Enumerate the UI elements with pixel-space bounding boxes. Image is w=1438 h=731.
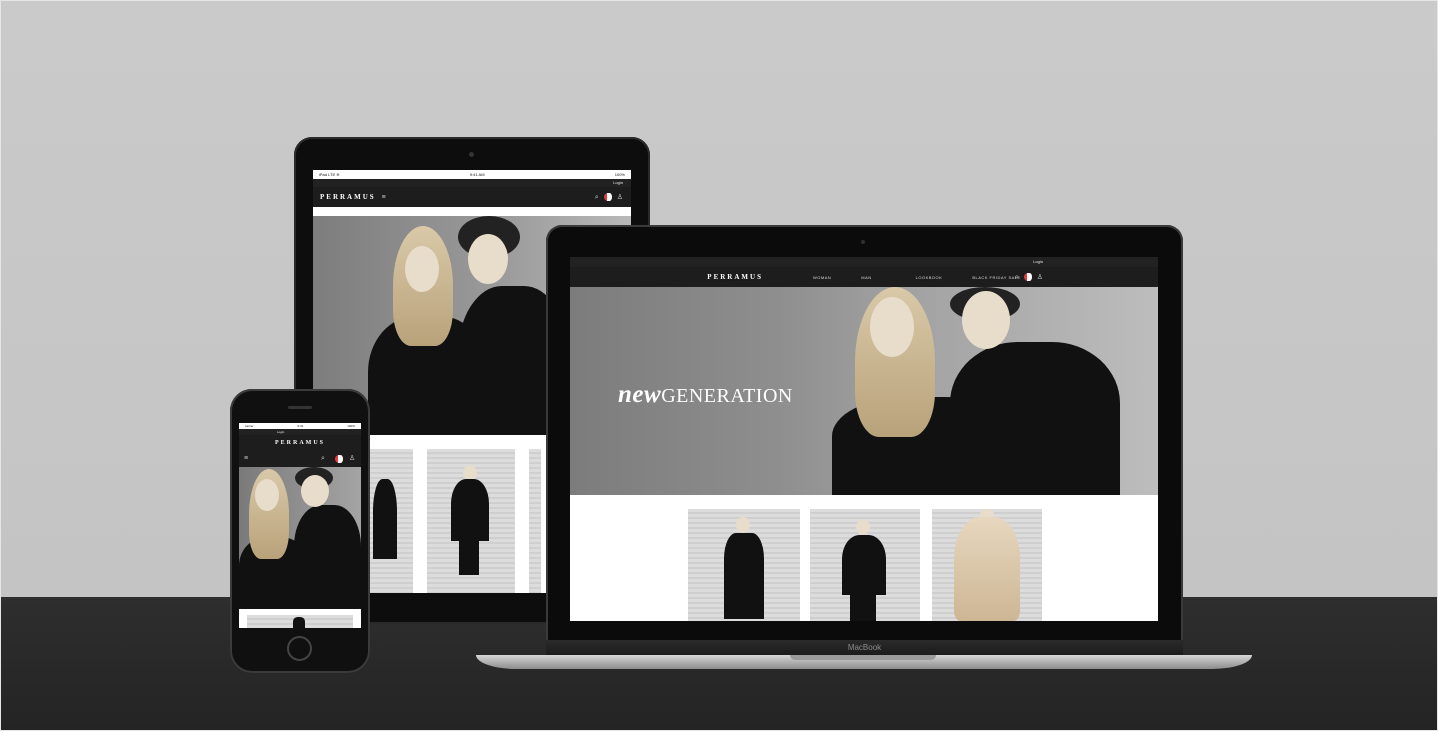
macbook-device: Login PERRAMUS WOMAN MAN LOOKBOOK BLACK … <box>546 225 1183 655</box>
product-tile[interactable] <box>247 615 353 628</box>
macbook-notch <box>790 655 936 660</box>
status-right: 100% <box>347 424 355 428</box>
user-icon[interactable]: ♙ <box>617 194 623 201</box>
nav-icons: ⌕ ♙ <box>595 193 623 201</box>
nav-link-man[interactable]: MAN <box>861 275 871 280</box>
menu-icon[interactable]: ≡ <box>382 194 386 201</box>
login-link[interactable]: Login <box>613 180 623 185</box>
status-right: 100% <box>614 172 625 177</box>
user-icon[interactable]: ♙ <box>1037 274 1043 281</box>
shopping-bag-icon[interactable] <box>603 193 612 201</box>
site-logo[interactable]: PERRAMUS <box>320 193 376 201</box>
search-icon[interactable]: ⌕ <box>321 455 325 462</box>
product-tile[interactable] <box>688 509 800 621</box>
search-icon[interactable]: ⌕ <box>1015 274 1019 281</box>
search-icon[interactable]: ⌕ <box>595 194 599 201</box>
login-link[interactable]: Login <box>1033 259 1043 264</box>
product-tile[interactable] <box>529 449 541 593</box>
iphone-screen: carrier 9:41 100% Login PERRAMUS ≡ ⌕ ♙ <box>239 423 361 628</box>
macbook-chin: MacBook <box>546 640 1183 655</box>
hero-banner[interactable]: newGENERATION <box>570 287 1158 495</box>
iphone-device: carrier 9:41 100% Login PERRAMUS ≡ ⌕ ♙ <box>230 389 370 673</box>
home-button[interactable] <box>287 636 312 661</box>
shopping-bag-icon[interactable] <box>1023 273 1032 281</box>
nav-link-lookbook[interactable]: LOOKBOOK <box>916 275 943 280</box>
hero-headline: newGENERATION <box>618 381 793 409</box>
menu-icon[interactable]: ≡ <box>244 455 248 462</box>
login-link[interactable]: Login <box>277 430 284 434</box>
camera-dot <box>469 152 474 157</box>
icon-row: ≡ ⌕ ♙ <box>239 450 361 467</box>
product-tile[interactable] <box>932 509 1042 621</box>
product-grid <box>570 495 1158 621</box>
status-bar: iPad LTE ≋ 9:41 AM 100% <box>313 170 631 179</box>
site-logo[interactable]: PERRAMUS <box>275 440 325 446</box>
macbook-label: MacBook <box>847 643 882 652</box>
site-navbar: PERRAMUS WOMAN MAN LOOKBOOK BLACK FRIDAY… <box>570 267 1158 287</box>
status-left: iPad LTE ≋ <box>319 172 340 177</box>
hero-generation: GENERATION <box>661 385 793 407</box>
top-strip: Login <box>570 257 1158 267</box>
top-strip: Login <box>313 179 631 187</box>
product-tile[interactable] <box>369 449 413 593</box>
site-logo[interactable]: PERRAMUS <box>707 273 763 281</box>
hero-new: new <box>618 381 662 408</box>
nav-link-sale[interactable]: BLACK FRIDAY SALE <box>972 275 1020 280</box>
status-time: 9:41 <box>297 424 304 428</box>
camera-dot <box>861 240 865 244</box>
product-tile[interactable] <box>427 449 515 593</box>
macbook-screen: Login PERRAMUS WOMAN MAN LOOKBOOK BLACK … <box>570 257 1158 621</box>
nav-link-woman[interactable]: WOMAN <box>813 275 831 280</box>
product-tile[interactable] <box>810 509 920 621</box>
status-time: 9:41 AM <box>469 172 485 177</box>
status-left: carrier <box>245 424 254 428</box>
site-navbar: PERRAMUS <box>239 435 361 450</box>
nav-icons: ⌕ ♙ <box>1015 273 1043 281</box>
product-grid <box>239 609 361 628</box>
shopping-bag-icon[interactable] <box>335 455 343 463</box>
hero-image[interactable] <box>239 467 361 609</box>
user-icon[interactable]: ♙ <box>349 455 355 462</box>
site-navbar: PERRAMUS ≡ ⌕ ♙ <box>313 187 631 207</box>
speaker-grille <box>288 406 312 409</box>
